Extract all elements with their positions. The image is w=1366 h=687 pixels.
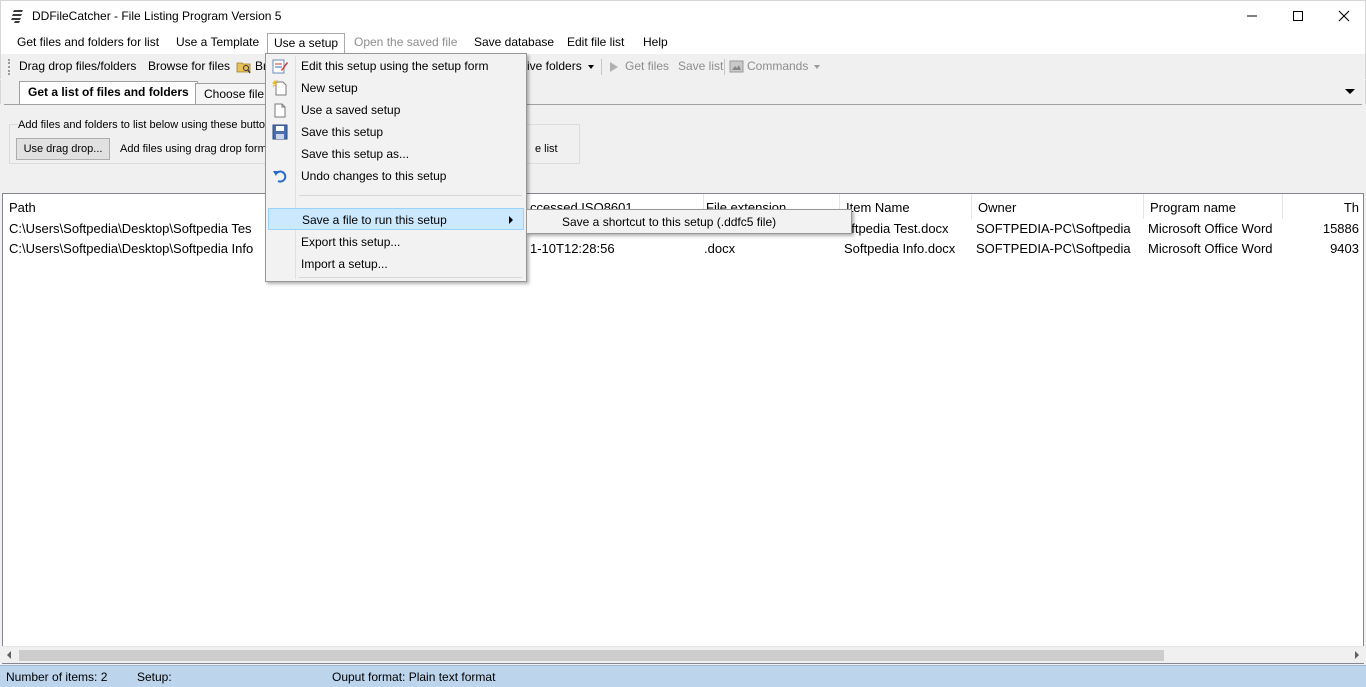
cell-path: C:\Users\Softpedia\Desktop\Softpedia Tes — [9, 221, 252, 236]
title-bar: DDFileCatcher - File Listing Program Ver… — [0, 0, 1366, 31]
minimize-icon — [1247, 15, 1257, 17]
menu-item-import-setup[interactable]: Import a setup... — [268, 253, 524, 275]
menu-item-undo-changes[interactable]: Undo changes to this setup — [268, 165, 524, 187]
status-setup: Setup: — [137, 670, 172, 684]
cell-extension: .docx — [704, 241, 736, 256]
menu-item-export-setup[interactable]: Export this setup... — [268, 231, 524, 253]
menu-bar: Get files and folders for list Use a Tem… — [0, 31, 1366, 54]
commands-icon — [729, 60, 744, 73]
tab-choose-file[interactable]: Choose file — [195, 83, 274, 104]
use-drag-drop-button[interactable]: Use drag drop... — [16, 138, 110, 160]
maximize-button[interactable] — [1275, 1, 1321, 31]
menu-item-label: Save this setup — [301, 125, 384, 139]
menu-edit-file-list[interactable]: Edit file list — [561, 34, 630, 52]
menu-open-saved-file[interactable]: Open the saved file — [348, 34, 463, 52]
close-icon — [1338, 10, 1350, 22]
browse-files-button[interactable]: Browse for files — [148, 59, 230, 73]
cell-path: C:\Users\Softpedia\Desktop\Softpedia Inf… — [9, 241, 254, 256]
column-header-program-name[interactable]: Program name — [1144, 194, 1283, 219]
file-list[interactable]: Path ccessed ISO8601 File extension Item… — [2, 193, 1364, 664]
menu-item-label: Save a shortcut to this setup (.ddfc5 fi… — [562, 215, 777, 229]
column-header-path[interactable]: Path — [3, 194, 269, 219]
submenu-arrow-icon — [509, 216, 513, 224]
column-header-th[interactable]: Th — [1283, 194, 1365, 219]
menu-item-new-setup[interactable]: New setup — [268, 77, 524, 99]
floppy-icon — [272, 124, 288, 140]
status-bar: Number of items: 2 Setup: Ouput format: … — [0, 665, 1366, 687]
scroll-right-icon[interactable] — [1355, 651, 1359, 659]
menu-item-label: Use a saved setup — [301, 103, 401, 117]
column-header-owner[interactable]: Owner — [972, 194, 1144, 219]
add-files-description: Add files using drag drop form — [120, 143, 267, 155]
panel-right-text: e list — [535, 143, 558, 155]
tab-get-list[interactable]: Get a list of files and folders — [19, 81, 198, 104]
tab-strip: Get a list of files and folders Choose f… — [0, 80, 1366, 104]
toolbar: Drag drop files/folders Browse for files… — [0, 54, 1366, 79]
save-file-submenu: Save a shortcut to this setup (.ddfc5 fi… — [526, 209, 852, 234]
undo-icon — [273, 170, 287, 183]
menu-item-save-setup[interactable]: Save this setup — [268, 121, 524, 143]
toolbar-separator — [601, 59, 602, 75]
close-button[interactable] — [1321, 1, 1366, 31]
cell-program: Microsoft Office Word — [1148, 221, 1273, 236]
window-title: DDFileCatcher - File Listing Program Ver… — [32, 9, 282, 23]
drag-drop-button[interactable]: Drag drop files/folders — [19, 59, 136, 73]
status-item-count: Number of items: 2 — [6, 670, 108, 684]
panel-hint: Add files and folders to list below usin… — [18, 119, 277, 131]
menu-separator — [299, 277, 522, 278]
table-row[interactable]: C:\Users\Softpedia\Desktop\Softpedia Inf… — [3, 239, 1363, 259]
menu-item-use-saved-setup[interactable]: Use a saved setup — [268, 99, 524, 121]
menu-get-files-folders[interactable]: Get files and folders for list — [11, 34, 165, 52]
horizontal-scrollbar[interactable] — [2, 646, 1364, 663]
toolbar-grip[interactable] — [8, 59, 11, 75]
menu-help[interactable]: Help — [637, 34, 674, 52]
menu-item-label: Import a setup... — [301, 257, 388, 271]
tab-panel: Add files and folders to list below usin… — [4, 104, 1362, 192]
menu-item-save-file-to-run[interactable]: Save a file to run this setup — [268, 208, 524, 230]
menu-item-label: Undo changes to this setup — [301, 169, 447, 183]
menu-item-save-shortcut[interactable]: Save a shortcut to this setup (.ddfc5 fi… — [529, 211, 849, 233]
menu-item-label: Export this setup... — [301, 235, 401, 249]
minimize-button[interactable] — [1229, 1, 1275, 31]
get-files-button[interactable]: Get files — [625, 59, 669, 73]
menu-use-setup[interactable]: Use a setup — [267, 33, 346, 54]
use-setup-dropdown: Edit this setup using the setup form New… — [265, 53, 527, 282]
tab-menu-arrow-icon[interactable] — [1345, 89, 1355, 94]
menu-item-label: Save a file to run this setup — [302, 213, 447, 227]
cell-item-name: oftpedia Test.docx — [844, 221, 949, 236]
cell-accessed: 1-10T12:28:56 — [530, 241, 615, 256]
drive-folders-button[interactable]: ive folders — [527, 59, 582, 73]
cell-th: 9403 — [1330, 241, 1359, 256]
cell-owner: SOFTPEDIA-PC\Softpedia — [976, 241, 1131, 256]
menu-separator — [299, 195, 522, 196]
scroll-thumb[interactable] — [19, 650, 1164, 661]
open-doc-icon — [274, 103, 286, 118]
menu-item-label: New setup — [301, 81, 358, 95]
maximize-icon — [1293, 11, 1303, 21]
cell-th: 15886 — [1322, 221, 1359, 236]
commands-button[interactable]: Commands — [747, 59, 808, 73]
browse-folder-icon — [236, 62, 251, 74]
toolbar-separator — [724, 59, 725, 75]
menu-item-label: Edit this setup using the setup form — [301, 59, 489, 73]
status-output-format: Ouput format: Plain text format — [332, 670, 496, 684]
app-icon — [11, 10, 23, 23]
menu-use-template[interactable]: Use a Template — [170, 34, 265, 52]
new-doc-icon — [272, 80, 287, 96]
chevron-down-icon — [588, 65, 594, 69]
menu-item-label: Save this setup as... — [301, 147, 410, 161]
menu-save-database[interactable]: Save database — [468, 34, 560, 52]
scroll-left-icon[interactable] — [7, 651, 11, 659]
menu-item-save-setup-as[interactable]: Save this setup as... — [268, 143, 524, 165]
save-list-button[interactable]: Save list — [678, 59, 723, 73]
chevron-down-icon — [814, 65, 820, 69]
edit-form-icon — [272, 59, 288, 74]
play-icon — [610, 62, 618, 72]
column-header-item-name[interactable]: Item Name — [840, 194, 972, 219]
menu-item-edit-setup[interactable]: Edit this setup using the setup form — [268, 55, 524, 77]
cell-owner: SOFTPEDIA-PC\Softpedia — [976, 221, 1131, 236]
cell-item-name: Softpedia Info.docx — [844, 241, 956, 256]
cell-program: Microsoft Office Word — [1148, 241, 1273, 256]
